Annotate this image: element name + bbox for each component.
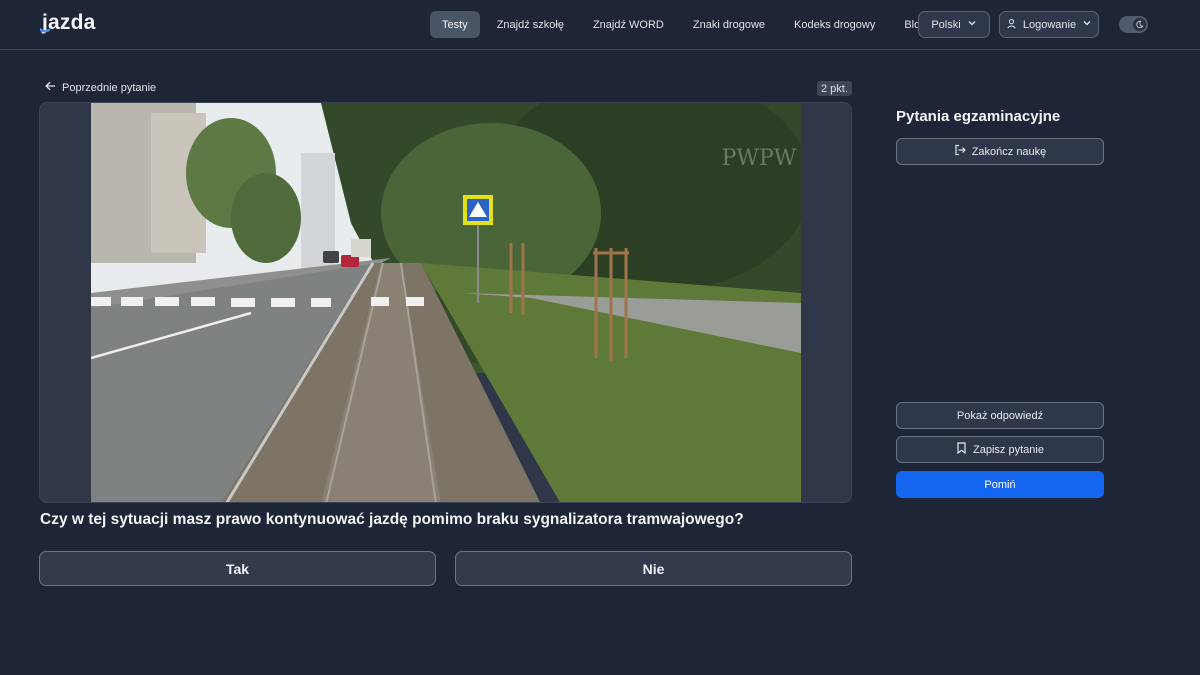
question-image: PWPW — [91, 103, 801, 502]
user-icon — [1006, 18, 1017, 32]
previous-question-label: Poprzednie pytanie — [62, 81, 157, 94]
nav-znajdz-word[interactable]: Znajdź WORD — [581, 11, 676, 38]
finish-learning-button[interactable]: Zakończ naukę — [896, 138, 1104, 165]
arrow-left-icon — [45, 81, 56, 94]
answer-no-button[interactable]: Nie — [455, 551, 852, 586]
answer-yes-button[interactable]: Tak — [39, 551, 436, 586]
nav-znaki-drogowe[interactable]: Znaki drogowe — [681, 11, 777, 38]
logo[interactable]: jazda — [40, 11, 96, 35]
main-nav: Testy Znajdź szkołę Znajdź WORD Znaki dr… — [430, 11, 943, 38]
chevron-down-icon — [967, 18, 977, 31]
chevron-down-icon — [1082, 18, 1092, 31]
watermark: PWPW — [722, 146, 797, 171]
logout-icon — [954, 144, 966, 159]
login-dropdown[interactable]: Logowanie — [999, 11, 1099, 38]
bookmark-icon — [956, 442, 967, 457]
logo-text: jazda — [42, 11, 96, 34]
question-text: Czy w tej sytuacji masz prawo kontynuowa… — [40, 511, 744, 528]
top-navbar: jazda Testy Znajdź szkołę Znajdź WORD Zn… — [0, 0, 1200, 50]
nav-testy[interactable]: Testy — [430, 11, 480, 38]
finish-learning-label: Zakończ naukę — [971, 145, 1047, 158]
question-media-frame: PWPW — [39, 102, 852, 503]
nav-znajdz-szkole[interactable]: Znajdź szkołę — [485, 11, 576, 38]
skip-button[interactable]: Pomiń — [896, 471, 1104, 498]
save-question-label: Zapisz pytanie — [973, 443, 1044, 456]
sidebar-title: Pytania egzaminacyjne — [896, 108, 1061, 125]
moon-icon — [1133, 18, 1146, 31]
language-label: Polski — [931, 18, 961, 31]
previous-question-link[interactable]: Poprzednie pytanie — [45, 81, 156, 94]
theme-toggle[interactable] — [1119, 16, 1148, 33]
nav-kodeks-drogowy[interactable]: Kodeks drogowy — [782, 11, 887, 38]
language-dropdown[interactable]: Polski — [918, 11, 990, 38]
save-question-button[interactable]: Zapisz pytanie — [896, 436, 1104, 463]
login-label: Logowanie — [1022, 18, 1077, 31]
points-badge: 2 pkt. — [817, 81, 852, 96]
show-answer-button[interactable]: Pokaż odpowiedź — [896, 402, 1104, 429]
